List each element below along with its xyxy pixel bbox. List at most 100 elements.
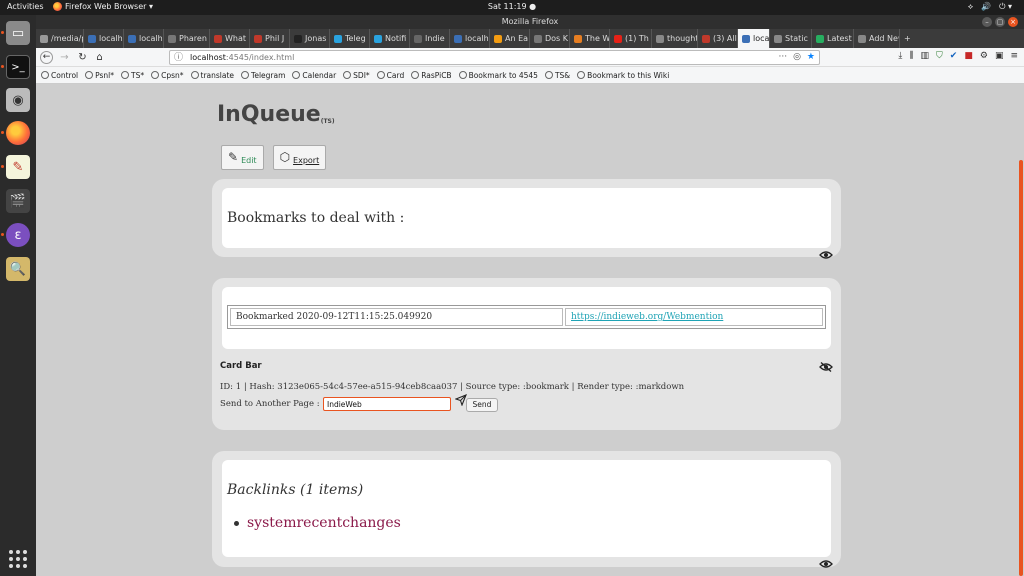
tab-14[interactable]: (1) Th [610,29,652,48]
tab-9[interactable]: Indie [410,29,450,48]
eye-icon[interactable] [819,250,833,260]
menu-icon[interactable]: ≡ [1010,51,1018,61]
package-icon: ⬡ [279,150,291,164]
pocket-icon[interactable]: ◎ [793,51,801,64]
tab-17[interactable]: loca [738,29,770,48]
download-icon[interactable]: ⤓ [898,51,902,61]
tab-8[interactable]: Notifi [370,29,410,48]
backlink-link[interactable]: systemrecentchanges [247,515,401,531]
bookmark-star-icon[interactable]: ★ [807,51,815,64]
tab-13[interactable]: The W [570,29,610,48]
back-button[interactable]: ← [40,51,53,64]
tab-4[interactable]: What [210,29,250,48]
tab-2[interactable]: localh [124,29,164,48]
bookmark-item[interactable]: translate [190,71,234,80]
url-bar[interactable]: ⓘ localhost:4545/index.html ··· ◎ ★ [169,50,820,65]
bookmark-item[interactable]: TS& [544,71,570,80]
send-page-input[interactable] [323,397,451,411]
bookmark-item[interactable]: Telegram [241,71,285,80]
tab-6[interactable]: Jonas [290,29,330,48]
export-button[interactable]: ⬡ Export [272,145,327,170]
globe-icon [544,71,553,79]
video-editor-icon[interactable]: 🎬 [6,189,30,213]
page-actions-icon[interactable]: ··· [778,51,787,64]
tab-18[interactable]: Static [770,29,812,48]
bookmark-item[interactable]: Calendar [292,71,336,80]
site-info-icon[interactable]: ⓘ [174,52,183,65]
extension-box-icon[interactable]: ▣ [995,51,1004,61]
library-icon[interactable]: ⫼ [909,51,913,61]
image-viewer-icon[interactable]: 🔍 [6,257,30,281]
running-indicator [1,31,4,34]
scrollbar-thumb[interactable] [1019,160,1023,576]
firefox-dock-icon[interactable] [6,121,30,145]
bookmark-item[interactable]: Card [376,71,404,80]
system-tray[interactable]: ⟡ 🔊 ⏻ ▾ [968,2,1012,12]
card-metadata: ID: 1 | Hash: 3123e065-54c4-57ee-a515-94… [220,382,685,392]
activities-button[interactable]: Activities [7,2,44,11]
tab-15[interactable]: thoughts [652,29,698,48]
bookmark-item[interactable]: SDI* [343,71,370,80]
tab-favicon-icon [614,34,622,43]
tab-0[interactable]: /media/pi [36,29,84,48]
bookmark-label: RasPiCB [421,70,452,80]
forward-button[interactable]: → [58,51,71,64]
tab-16[interactable]: (3) All [698,29,738,48]
emacs-icon[interactable]: ε [6,223,30,247]
bookmark-item[interactable]: Cpsn* [151,71,184,80]
bookmark-item[interactable]: Control [41,71,78,80]
bookmark-item[interactable]: Psnl* [85,71,114,80]
tab-favicon-icon [40,34,48,43]
extension-shield-icon[interactable]: ⛉ [936,51,943,61]
tab-20[interactable]: Add New [854,29,900,48]
bookmark-item[interactable]: Bookmark to 4545 [458,71,538,80]
tab-favicon-icon [742,34,750,43]
tab-7[interactable]: Teleg [330,29,370,48]
terminal-icon[interactable]: >_ [6,55,30,79]
globe-icon [151,71,160,79]
minimize-button[interactable]: – [982,17,992,27]
new-tab-button[interactable]: + [900,29,915,48]
url-host: localhost [190,53,226,62]
reload-button[interactable]: ↻ [76,51,89,64]
bookmark-item[interactable]: Bookmark to this Wiki [577,71,669,80]
app-menu[interactable]: Firefox Web Browser ▾ [53,2,153,11]
close-button[interactable]: × [1008,17,1018,27]
tab-10[interactable]: localh [450,29,490,48]
show-applications-icon[interactable] [9,550,27,568]
clock[interactable]: Sat 11:19 ● [0,2,1024,11]
extension-red-icon[interactable]: ■ [964,51,973,61]
sidebar-icon[interactable]: ▥ [921,51,930,61]
eye-off-icon[interactable] [819,362,833,372]
speaker-icon[interactable]: ◉ [6,88,30,112]
tab-1[interactable]: localh [84,29,124,48]
tab-label: The W [585,34,610,43]
tab-12[interactable]: Dos K [530,29,570,48]
text-editor-icon[interactable]: ✎ [6,155,30,179]
tab-5[interactable]: Phil J [250,29,290,48]
list-item[interactable]: systemrecentchanges [234,515,401,531]
files-icon[interactable]: ▭ [6,21,30,45]
tab-3[interactable]: Pharen Tu [164,29,210,48]
tab-favicon-icon [656,34,664,43]
bookmark-link[interactable]: https://indieweb.org/Webmention [565,308,823,326]
send-button[interactable]: Send [466,398,498,412]
globe-icon [577,71,586,79]
tab-label: localh [465,34,489,43]
network-icon: ⟡ [967,2,974,11]
extension-check-icon[interactable]: ✔ [950,51,958,61]
edit-button[interactable]: ✎ Edit [221,145,264,170]
maximize-button[interactable]: ▢ [995,17,1005,27]
bookmark-item[interactable]: RasPiCB [411,70,452,80]
tab-label: Phil J [265,34,285,43]
bookmark-timestamp: Bookmarked 2020-09-12T11:15:25.049920 [230,308,563,326]
firefox-icon [53,2,62,11]
tab-11[interactable]: An Ea [490,29,530,48]
tab-19[interactable]: Latest [812,29,854,48]
extension-gear-icon[interactable]: ⚙ [980,51,988,61]
tab-favicon-icon [702,34,710,43]
home-button[interactable]: ⌂ [93,51,106,64]
bookmark-item[interactable]: TS* [121,71,144,80]
eye-icon[interactable] [819,559,833,569]
navigation-bar: ← → ↻ ⌂ ⓘ localhost:4545/index.html ··· … [36,48,1024,67]
